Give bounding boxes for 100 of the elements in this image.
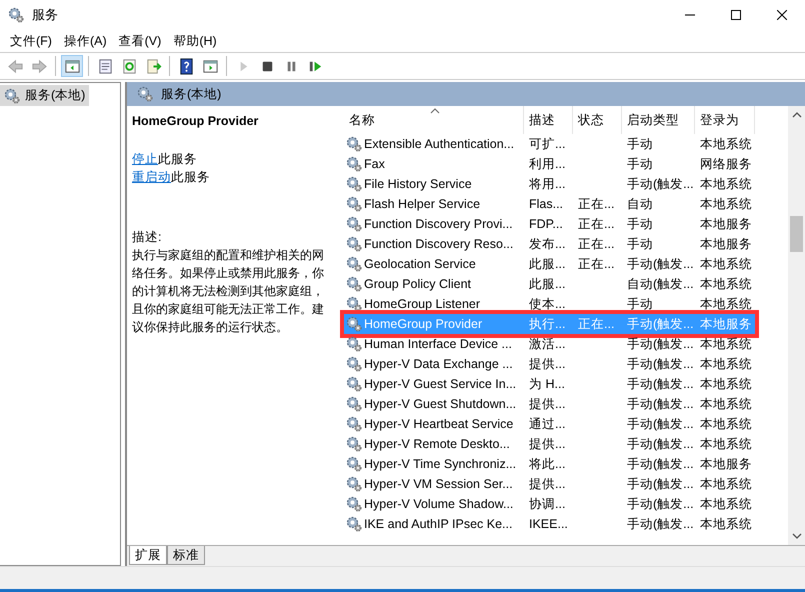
gear-icon bbox=[346, 456, 362, 472]
menu-item[interactable]: 文件(F) bbox=[4, 30, 58, 52]
view-tab[interactable]: 标准 bbox=[167, 546, 205, 565]
gear-icon bbox=[346, 276, 362, 292]
table-cell: 本地系统 bbox=[700, 136, 752, 152]
table-cell: 本地系统 bbox=[700, 496, 752, 512]
table-cell: 提供... bbox=[529, 476, 566, 492]
table-cell: 手动 bbox=[627, 136, 653, 152]
table-cell: FDP... bbox=[529, 217, 563, 231]
menu-item[interactable]: 查看(V) bbox=[112, 30, 168, 52]
view-tab[interactable]: 扩展 bbox=[129, 546, 167, 565]
gear-icon bbox=[346, 216, 362, 232]
table-cell: 手动 bbox=[627, 156, 653, 172]
window-title: 服务 bbox=[32, 6, 58, 24]
column-header[interactable]: 名称 bbox=[344, 106, 524, 134]
table-cell: 手动 bbox=[627, 236, 653, 252]
table-cell: 此服... bbox=[529, 276, 566, 292]
service-name-cell: Hyper-V VM Session Ser... bbox=[364, 477, 513, 491]
gear-icon bbox=[346, 256, 362, 272]
table-row[interactable]: Function Discovery Provi... FDP... 正在... 手动 本地服务 bbox=[344, 214, 755, 234]
table-cell: 手动(触发... bbox=[627, 476, 694, 492]
table-cell: 通过... bbox=[529, 416, 566, 432]
gear-icon bbox=[346, 476, 362, 492]
table-cell: 使本... bbox=[529, 296, 566, 312]
service-name-cell: Human Interface Device ... bbox=[364, 337, 512, 351]
table-cell: 本地服务 bbox=[700, 316, 752, 332]
table-cell: 自动(触发... bbox=[627, 276, 694, 292]
table-row[interactable]: Fax 利用... 手动 网络服务 bbox=[344, 154, 755, 174]
service-name-cell: Flash Helper Service bbox=[364, 197, 480, 211]
service-name-cell: Hyper-V Volume Shadow... bbox=[364, 497, 514, 511]
table-cell: 本地系统 bbox=[700, 256, 752, 272]
menu-item[interactable]: 帮助(H) bbox=[167, 30, 223, 52]
table-cell: 本地系统 bbox=[700, 436, 752, 452]
table-row[interactable]: Extensible Authentication... 可扩... 手动 本地系统 bbox=[344, 134, 755, 154]
table-cell: 本地系统 bbox=[700, 196, 752, 212]
table-cell: 正在... bbox=[578, 216, 614, 232]
table-cell: 激活... bbox=[529, 336, 566, 352]
table-row[interactable]: Hyper-V Remote Deskto... 提供... 手动(触发... 本地系统 bbox=[344, 434, 755, 454]
table-row[interactable]: HomeGroup Listener 使本... 手动 本地系统 bbox=[344, 294, 755, 314]
service-name-cell: Function Discovery Reso... bbox=[364, 237, 514, 251]
table-row[interactable]: Hyper-V VM Session Ser... 提供... 手动(触发... 本地系统 bbox=[344, 474, 755, 494]
column-header[interactable]: 登录为 bbox=[695, 106, 755, 134]
table-cell: 本地服务 bbox=[700, 216, 752, 232]
gear-icon bbox=[137, 86, 153, 102]
scroll-up-icon[interactable] bbox=[792, 112, 802, 118]
action-link[interactable]: 重启动 bbox=[132, 170, 171, 184]
service-name-cell: HomeGroup Listener bbox=[364, 297, 480, 311]
table-cell: 本地系统 bbox=[700, 516, 752, 532]
table-cell: 手动(触发... bbox=[627, 256, 694, 272]
table-cell: 正在... bbox=[578, 236, 614, 252]
description-label: 描述: bbox=[132, 229, 162, 246]
table-cell: 本地系统 bbox=[700, 296, 752, 312]
table-cell: 本地系统 bbox=[700, 376, 752, 392]
table-row[interactable]: Flash Helper Service Flas... 正在... 自动 本地系统 bbox=[344, 194, 755, 214]
gear-icon bbox=[346, 136, 362, 152]
gear-icon bbox=[4, 88, 20, 104]
gear-icon bbox=[346, 396, 362, 412]
action-link[interactable]: 停止 bbox=[132, 152, 158, 166]
scroll-thumb[interactable] bbox=[790, 216, 803, 252]
table-row[interactable]: Hyper-V Guest Service In... 为 H... 手动(触发... 本地系统 bbox=[344, 374, 755, 394]
table-row[interactable]: IKE and AuthIP IPsec Ke... IKEE... 手动(触发... 本地系统 bbox=[344, 514, 755, 534]
scroll-down-icon[interactable] bbox=[792, 533, 802, 539]
table-row[interactable]: Geolocation Service 此服... 正在... 手动(触发... 本地系统 bbox=[344, 254, 755, 274]
table-row[interactable]: File History Service 将用... 手动(触发... 本地系统 bbox=[344, 174, 755, 194]
gear-icon bbox=[346, 176, 362, 192]
table-row[interactable]: Hyper-V Data Exchange ... 提供... 手动(触发... 本地系统 bbox=[344, 354, 755, 374]
menu-item[interactable]: 操作(A) bbox=[58, 30, 113, 52]
table-cell: 本地系统 bbox=[700, 336, 752, 352]
table-row[interactable]: Hyper-V Guest Shutdown... 提供... 手动(触发... 本地系统 bbox=[344, 394, 755, 414]
action-text: 重启动此服务 bbox=[132, 169, 211, 186]
table-row[interactable]: Function Discovery Reso... 发布... 正在... 手动 本地服务 bbox=[344, 234, 755, 254]
table-cell: 手动(触发... bbox=[627, 376, 694, 392]
table-row[interactable]: Human Interface Device ... 激活... 手动(触发... 本地系统 bbox=[344, 334, 755, 354]
service-name-cell: HomeGroup Provider bbox=[364, 317, 482, 331]
service-name-cell: Function Discovery Provi... bbox=[364, 217, 513, 231]
action-text: 停止此服务 bbox=[132, 151, 198, 168]
gear-icon bbox=[346, 416, 362, 432]
service-name-cell: Hyper-V Data Exchange ... bbox=[364, 357, 513, 371]
table-row[interactable]: Hyper-V Heartbeat Service 通过... 手动(触发... 本地系统 bbox=[344, 414, 755, 434]
table-cell: 本地系统 bbox=[700, 396, 752, 412]
description-text: 执行与家庭组的配置和维护相关的网络任务。如果停止或禁用此服务，你的计算机将无法检测到其他家庭组，且你的家庭组可能无法正常工作。建议你保持此服务的运行状态。 bbox=[132, 247, 325, 336]
table-cell: 手动(触发... bbox=[627, 356, 694, 372]
table-cell: 自动 bbox=[627, 196, 653, 212]
scrollbar[interactable] bbox=[788, 106, 805, 545]
table-cell: 提供... bbox=[529, 396, 566, 412]
gear-icon bbox=[346, 376, 362, 392]
table-row[interactable]: Hyper-V Time Synchroniz... 将此... 手动(触发... 本地服务 bbox=[344, 454, 755, 474]
table-cell: 为 H... bbox=[529, 376, 565, 392]
column-header[interactable]: 启动类型 bbox=[622, 106, 695, 134]
column-header[interactable]: 描述 bbox=[524, 106, 573, 134]
tree-item[interactable]: 服务(本地) bbox=[0, 85, 90, 106]
table-cell: 利用... bbox=[529, 156, 566, 172]
table-row[interactable]: Group Policy Client 此服... 自动(触发... 本地系统 bbox=[344, 274, 755, 294]
close-icon bbox=[777, 10, 787, 20]
gear-icon bbox=[346, 356, 362, 372]
column-header[interactable]: 状态 bbox=[573, 106, 622, 134]
table-row[interactable]: Hyper-V Volume Shadow... 协调... 手动(触发... 本地系统 bbox=[344, 494, 755, 514]
table-cell: 此服... bbox=[529, 256, 566, 272]
service-name-cell: Extensible Authentication... bbox=[364, 137, 514, 151]
table-cell: 本地服务 bbox=[700, 236, 752, 252]
